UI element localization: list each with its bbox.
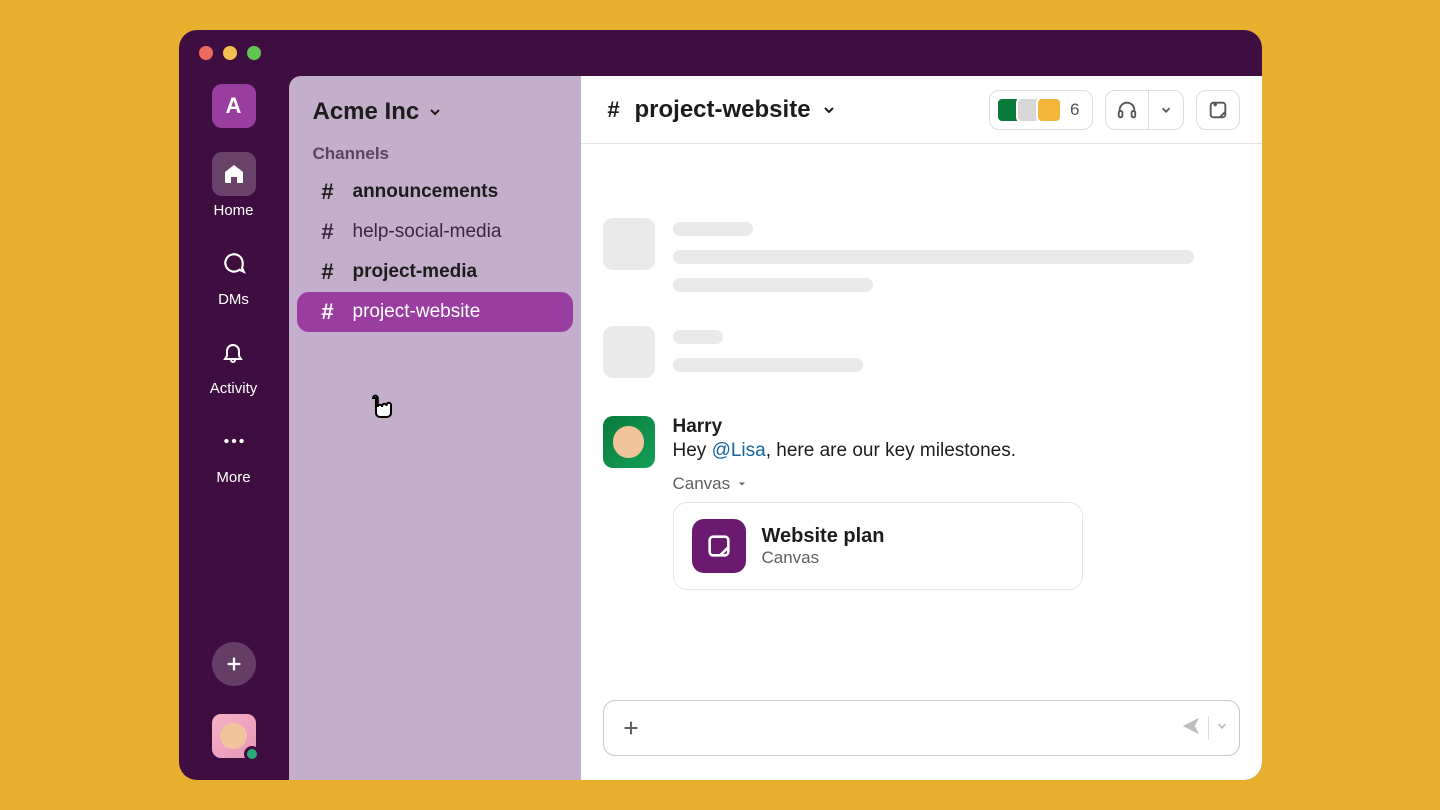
channel-label: project-media [353,261,478,283]
rail-item-more[interactable]: More [212,419,256,486]
send-button[interactable] [1180,715,1202,742]
author-avatar[interactable] [603,416,655,468]
channel-title-label: project-website [635,96,811,124]
attachment-subtitle: Canvas [762,548,885,568]
workspace-name-label: Acme Inc [313,98,420,126]
message-composer[interactable] [603,700,1240,756]
messages-area: Harry Hey @Lisa, here are our key milest… [581,144,1262,686]
self-avatar[interactable] [212,714,256,758]
canvas-icon [692,519,746,573]
attachment-type-dropdown[interactable]: Canvas [673,474,1240,494]
workspace-badge-letter: A [226,93,242,119]
composer-area [581,686,1262,780]
message-author[interactable]: Harry [673,416,1240,438]
rail-label-dms: DMs [218,291,249,308]
chevron-down-icon [1215,719,1229,733]
window-zoom-icon[interactable] [247,46,261,60]
hash-icon: # [603,97,625,123]
chevron-down-icon [821,102,837,118]
channel-label: help-social-media [353,221,502,243]
workspace-menu[interactable]: Acme Inc [289,90,581,144]
workspace-switcher[interactable]: A [212,84,256,128]
hash-icon: # [317,259,339,285]
rail-label-more: More [216,469,250,486]
rail-item-home[interactable]: Home [212,152,256,219]
window-minimize-icon[interactable] [223,46,237,60]
app-window: A Home DMs Activity [179,30,1262,780]
hash-icon: # [317,179,339,205]
dms-icon [212,241,256,285]
huddle-button[interactable] [1105,90,1184,130]
channel-sidebar: Acme Inc Channels # announcements # help-so… [289,76,581,780]
channel-item-project-website[interactable]: # project-website [297,292,573,332]
rail-item-dms[interactable]: DMs [212,241,256,308]
window-titlebar [179,30,1262,76]
hash-icon: # [317,299,339,325]
main-area: # project-website 6 [581,76,1262,780]
rail-item-activity[interactable]: Activity [210,330,258,397]
activity-icon [211,330,255,374]
home-icon [212,152,256,196]
user-mention[interactable]: @Lisa [712,440,766,461]
rail-label-home: Home [213,202,253,219]
channel-item-project-media[interactable]: # project-media [297,252,573,292]
skeleton-message [603,218,1240,292]
rail-label-activity: Activity [210,380,258,397]
message-row: Harry Hey @Lisa, here are our key milest… [603,416,1240,590]
chevron-down-icon [427,104,443,120]
more-icon [212,419,256,463]
channel-members-button[interactable]: 6 [989,90,1092,130]
avatar-stack [996,97,1062,123]
message-text: Hey @Lisa, here are our key milestones. [673,440,1240,462]
composer-attach-button[interactable] [614,711,648,745]
headphones-icon [1106,91,1148,129]
section-label-channels: Channels [289,144,581,172]
chevron-down-icon [1148,91,1183,129]
new-message-button[interactable] [212,642,256,686]
window-close-icon[interactable] [199,46,213,60]
channel-item-announcements[interactable]: # announcements [297,172,573,212]
send-icon [1180,715,1202,737]
hash-icon: # [317,219,339,245]
canvas-new-icon [1207,99,1229,121]
channel-item-help-social-media[interactable]: # help-social-media [297,212,573,252]
member-count: 6 [1070,100,1079,120]
canvas-button[interactable] [1196,90,1240,130]
channel-label: project-website [353,301,481,323]
left-rail: A Home DMs Activity [179,76,289,780]
channel-header: # project-website 6 [581,76,1262,144]
channel-title-button[interactable]: # project-website [603,96,837,124]
pointer-cursor-icon [367,394,401,432]
app-body: A Home DMs Activity [179,76,1262,780]
attachment-title: Website plan [762,525,885,548]
canvas-attachment-card[interactable]: Website plan Canvas [673,502,1083,590]
presence-active-icon [244,746,260,762]
skeleton-message [603,326,1240,378]
send-options-button[interactable] [1215,719,1229,738]
channel-label: announcements [353,181,499,203]
caret-down-icon [736,478,748,490]
